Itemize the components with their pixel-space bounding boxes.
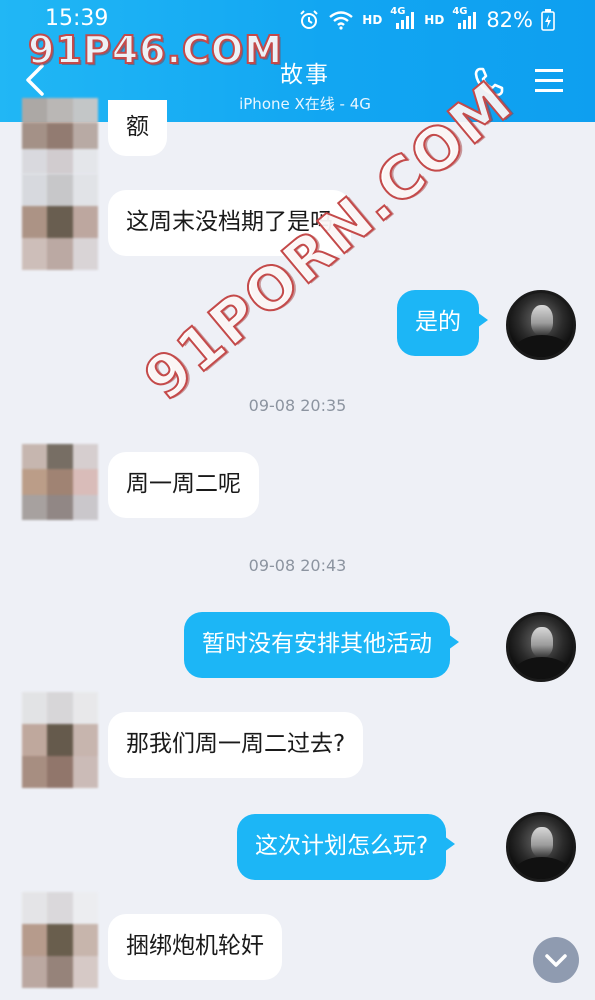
- message-text: 这次计划怎么玩?: [255, 833, 429, 860]
- chevron-down-icon: [545, 954, 567, 967]
- message-text: 暂时没有安排其他活动: [202, 631, 432, 658]
- timestamp: 09-08 20:43: [248, 556, 347, 575]
- signal-icon: 4G: [390, 6, 416, 30]
- menu-icon[interactable]: [533, 66, 565, 96]
- message-text: 额: [126, 114, 149, 141]
- chat-title: 故事: [280, 62, 330, 88]
- online-status: iPhone X在线 - 4G: [239, 95, 371, 113]
- chat-title-block[interactable]: 故事 iPhone X在线 - 4G: [190, 55, 420, 114]
- message-bubble[interactable]: 是的: [397, 290, 488, 356]
- battery-icon: [541, 9, 555, 31]
- message-text: 是的: [415, 309, 461, 336]
- contact-avatar[interactable]: [22, 98, 98, 174]
- message-bubble[interactable]: 额: [108, 100, 167, 156]
- chat-screen: 15:39 HD 4G HD 4G 82% 故事 iPhone X在线 - 4G…: [0, 0, 595, 1000]
- message-bubble[interactable]: 捆绑炮机轮奸: [108, 914, 282, 980]
- message-bubble[interactable]: 暂时没有安排其他活动: [184, 612, 459, 678]
- my-avatar[interactable]: [506, 290, 576, 360]
- status-bar: 15:39 HD 4G HD 4G 82%: [0, 0, 595, 40]
- contact-avatar[interactable]: [22, 444, 98, 520]
- message-text: 那我们周一周二过去?: [126, 731, 346, 758]
- my-avatar[interactable]: [506, 612, 576, 682]
- message-text: 这周末没档期了是吗: [126, 209, 333, 236]
- contact-avatar[interactable]: [22, 892, 98, 988]
- message-bubble[interactable]: 这次计划怎么玩?: [237, 814, 456, 880]
- my-avatar[interactable]: [506, 812, 576, 882]
- message-bubble[interactable]: 那我们周一周二过去?: [108, 712, 364, 778]
- message-list[interactable]: 额 这周末没档期了是吗 是的 09-08 20:35 周一周二呢 09-08 2…: [0, 98, 595, 1000]
- signal-icon-2: 4G: [452, 6, 478, 30]
- message-bubble[interactable]: 周一周二呢: [108, 452, 259, 518]
- message-text: 周一周二呢: [126, 471, 241, 498]
- network-label-1: HD: [362, 13, 383, 27]
- back-icon[interactable]: [18, 60, 52, 100]
- network-label-2: HD: [424, 13, 445, 27]
- battery-percent: 82%: [486, 8, 533, 32]
- message-text: 捆绑炮机轮奸: [126, 933, 264, 960]
- status-time: 15:39: [45, 6, 109, 31]
- phone-icon[interactable]: [473, 66, 505, 98]
- scroll-to-bottom-button[interactable]: [533, 937, 579, 983]
- wifi-icon: [329, 11, 354, 30]
- contact-avatar[interactable]: [22, 692, 98, 788]
- message-bubble[interactable]: 这周末没档期了是吗: [108, 190, 351, 256]
- status-icons: HD 4G HD 4G 82%: [298, 6, 555, 32]
- timestamp: 09-08 20:35: [248, 396, 347, 415]
- alarm-icon: [300, 10, 318, 29]
- contact-avatar[interactable]: [22, 174, 98, 270]
